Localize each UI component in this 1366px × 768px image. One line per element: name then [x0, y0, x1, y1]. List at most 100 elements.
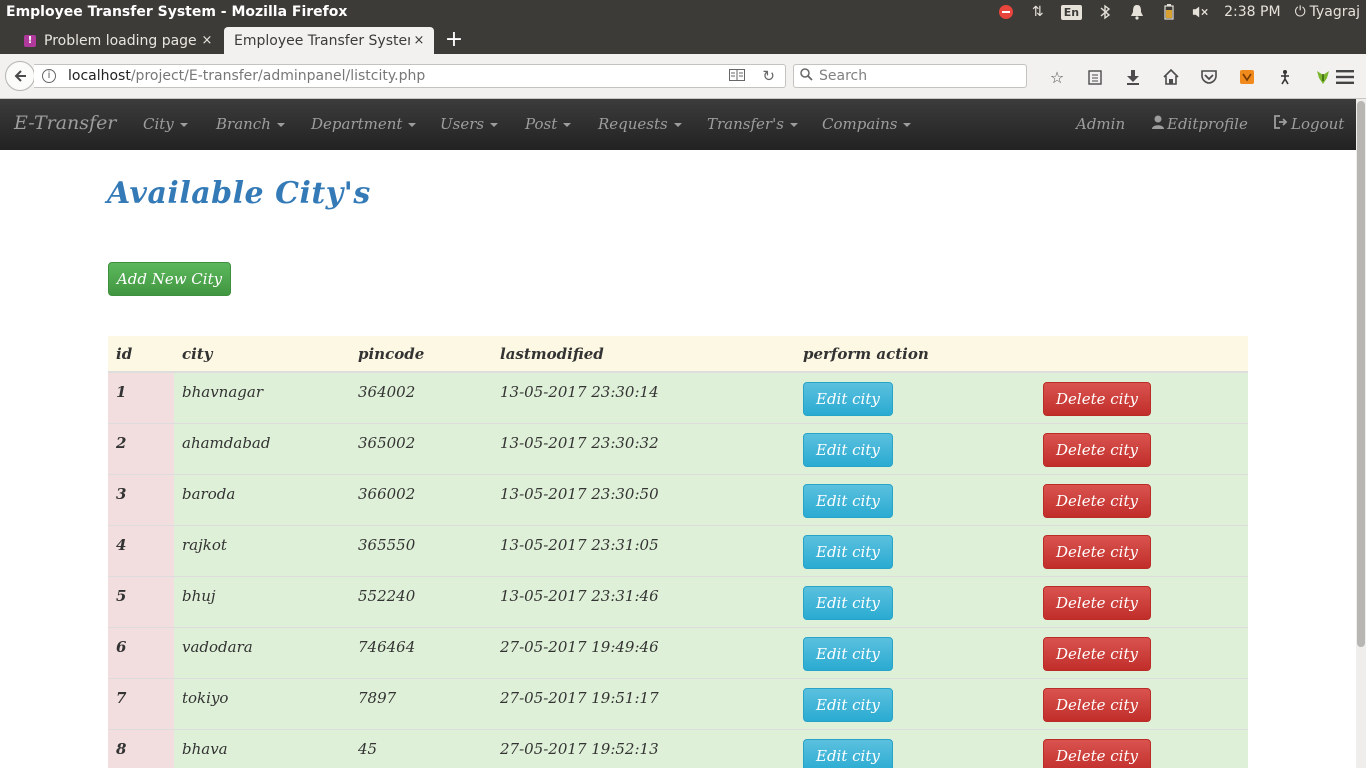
reading-list-icon[interactable] — [1076, 66, 1114, 88]
nav-transfers-dropdown[interactable]: Transfer's — [707, 115, 798, 133]
nav-label: City — [143, 115, 174, 133]
edit-city-button[interactable]: Edit city — [803, 382, 893, 416]
volume-muted-icon[interactable] — [1192, 3, 1210, 21]
nav-label: Transfer's — [707, 115, 784, 133]
new-tab-button[interactable]: + — [444, 28, 464, 52]
logout-icon — [1274, 115, 1288, 133]
bookmark-star-icon[interactable]: ☆ — [1038, 66, 1076, 88]
nav-city-dropdown[interactable]: City — [143, 115, 188, 133]
power-icon: ⏻ — [1294, 4, 1306, 20]
header-id: id — [108, 336, 174, 373]
cell-lastmodified: 13-05-2017 23:30:50 — [492, 473, 795, 525]
home-icon[interactable] — [1152, 66, 1190, 88]
search-input[interactable] — [819, 68, 1019, 84]
cell-edit: Edit city — [795, 473, 1035, 525]
browser-toolbar: i localhost/project/E-transfer/adminpane… — [0, 54, 1366, 99]
nav-admin-link[interactable]: Admin — [1076, 115, 1125, 133]
delete-city-button[interactable]: Delete city — [1043, 687, 1151, 722]
edit-city-button[interactable]: Edit city — [803, 738, 893, 768]
window-title: Employee Transfer System - Mozilla Firef… — [6, 4, 348, 20]
caret-down-icon — [408, 123, 417, 127]
scrollbar-thumb[interactable] — [1357, 101, 1365, 647]
cell-edit: Edit city — [795, 677, 1035, 729]
stop-icon[interactable] — [997, 3, 1015, 21]
cell-city: vadodara — [174, 626, 350, 678]
cell-city: rajkot — [174, 524, 350, 576]
clock[interactable]: 2:38 PM — [1224, 4, 1280, 20]
notification-bell-icon[interactable] — [1128, 3, 1146, 21]
nav-department-dropdown[interactable]: Department — [311, 115, 417, 133]
tab-label: Problem loading page — [44, 32, 197, 49]
add-new-city-button[interactable]: Add New City — [108, 262, 231, 296]
edit-city-button[interactable]: Edit city — [803, 483, 893, 518]
tab-employee-transfer[interactable]: Employee Transfer System × — [224, 27, 434, 54]
nav-branch-dropdown[interactable]: Branch — [216, 115, 285, 133]
battery-icon[interactable] — [1160, 3, 1178, 21]
nav-label: Users — [440, 115, 485, 133]
header-empty — [1035, 336, 1248, 373]
cell-lastmodified: 13-05-2017 23:31:05 — [492, 524, 795, 576]
delete-city-button[interactable]: Delete city — [1043, 738, 1151, 768]
cell-pincode: 365550 — [350, 524, 492, 576]
close-icon[interactable]: × — [410, 33, 428, 48]
nav-logout-link[interactable]: Logout — [1274, 115, 1344, 133]
keyboard-language-indicator[interactable]: En — [1060, 4, 1083, 20]
nav-post-dropdown[interactable]: Post — [525, 115, 572, 133]
delete-city-button[interactable]: Delete city — [1043, 534, 1151, 569]
delete-city-button[interactable]: Delete city — [1043, 382, 1151, 416]
nav-label: Post — [525, 115, 558, 133]
cell-lastmodified: 27-05-2017 19:52:13 — [492, 728, 795, 768]
editprofile-label: Editprofile — [1167, 115, 1248, 133]
bluetooth-icon[interactable] — [1096, 3, 1114, 21]
cell-edit: Edit city — [795, 371, 1035, 423]
cell-id: 7 — [108, 677, 174, 729]
network-icon[interactable]: ⇅ — [1029, 3, 1047, 21]
edit-city-button[interactable]: Edit city — [803, 636, 893, 671]
cell-pincode: 365002 — [350, 422, 492, 474]
download-icon[interactable] — [1114, 66, 1152, 88]
delete-city-button[interactable]: Delete city — [1043, 432, 1151, 467]
nav-requests-dropdown[interactable]: Requests — [598, 115, 682, 133]
extension-orange-icon[interactable] — [1228, 66, 1266, 88]
table-row: 4 rajkot 365550 13-05-2017 23:31:05 Edit… — [108, 524, 1248, 576]
edit-city-button[interactable]: Edit city — [803, 432, 893, 467]
nav-label: Branch — [216, 115, 271, 133]
reader-view-icon[interactable] — [729, 69, 745, 85]
logout-label: Logout — [1291, 115, 1345, 133]
delete-city-button[interactable]: Delete city — [1043, 483, 1151, 518]
hamburger-menu-icon[interactable] — [1334, 66, 1356, 88]
nav-editprofile-link[interactable]: Editprofile — [1152, 115, 1248, 133]
cell-pincode: 7897 — [350, 677, 492, 729]
delete-city-button[interactable]: Delete city — [1043, 585, 1151, 620]
back-button[interactable] — [5, 61, 35, 91]
caret-down-icon — [179, 123, 188, 127]
edit-city-button[interactable]: Edit city — [803, 534, 893, 569]
brand-link[interactable]: E-Transfer — [14, 112, 116, 134]
cell-pincode: 552240 — [350, 575, 492, 627]
edit-city-button[interactable]: Edit city — [803, 687, 893, 722]
url-bar[interactable]: i localhost/project/E-transfer/adminpane… — [34, 64, 786, 88]
cell-delete: Delete city — [1035, 524, 1248, 576]
site-info-icon[interactable]: i — [42, 69, 56, 83]
reload-icon[interactable]: ↻ — [762, 67, 775, 85]
vertical-scrollbar[interactable] — [1356, 99, 1366, 768]
cell-edit: Edit city — [795, 575, 1035, 627]
search-bar[interactable] — [793, 64, 1027, 88]
nav-label: Department — [311, 115, 403, 133]
nav-label: Requests — [598, 115, 668, 133]
close-icon[interactable]: × — [198, 33, 216, 48]
cell-delete: Delete city — [1035, 626, 1248, 678]
cell-edit: Edit city — [795, 728, 1035, 768]
pocket-icon[interactable] — [1190, 66, 1228, 88]
cell-delete: Delete city — [1035, 473, 1248, 525]
delete-city-button[interactable]: Delete city — [1043, 636, 1151, 671]
tab-problem-loading[interactable]: ! Problem loading page × — [14, 27, 222, 54]
nav-compains-dropdown[interactable]: Compains — [822, 115, 912, 133]
tab-strip: ! Problem loading page × Employee Transf… — [0, 24, 1366, 54]
nav-users-dropdown[interactable]: Users — [440, 115, 499, 133]
cell-lastmodified: 27-05-2017 19:51:17 — [492, 677, 795, 729]
edit-city-button[interactable]: Edit city — [803, 585, 893, 620]
caret-down-icon — [673, 123, 682, 127]
extension-figure-icon[interactable] — [1266, 66, 1304, 88]
user-menu[interactable]: ⏻ Tyagraj — [1295, 4, 1360, 20]
